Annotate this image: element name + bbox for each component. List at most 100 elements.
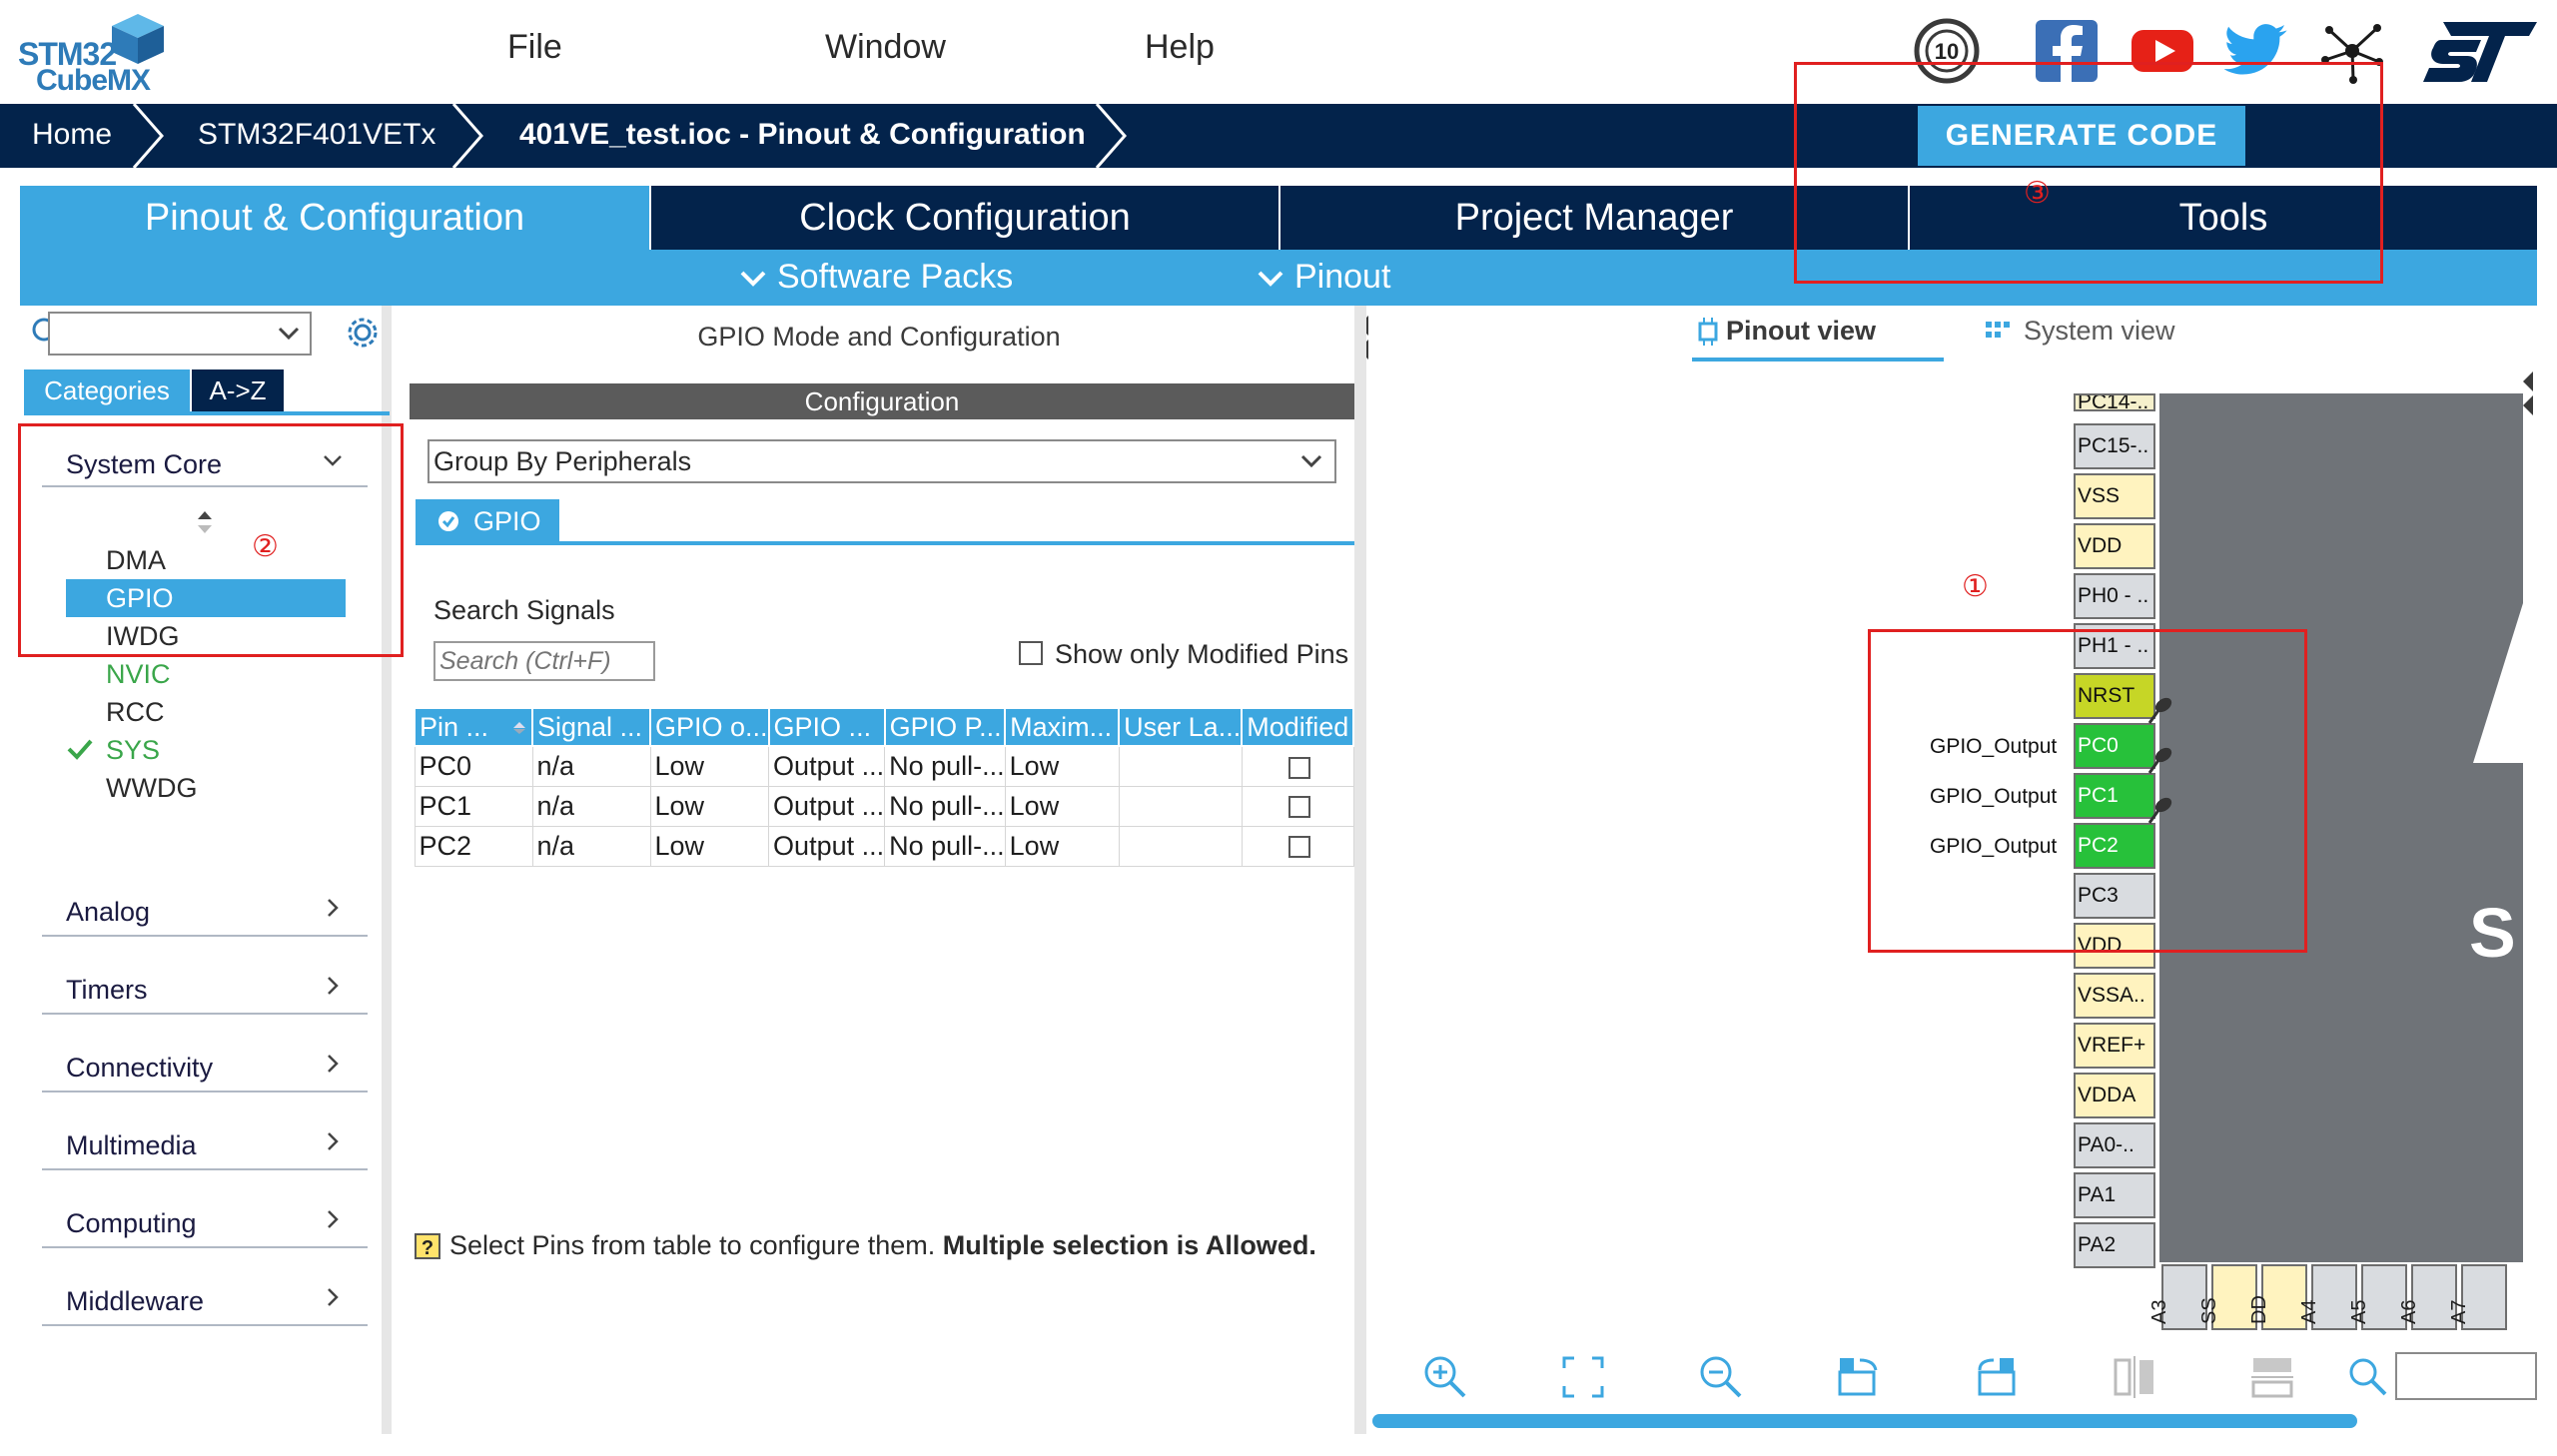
cell-max-speed: Low	[1004, 745, 1120, 787]
pin-vssa[interactable]: VSSA..	[2074, 973, 2155, 1019]
core-item-nvic[interactable]: NVIC	[106, 659, 171, 690]
zoom-out-icon[interactable]	[1694, 1350, 1748, 1404]
panel-divider[interactable]	[1354, 306, 1366, 1434]
chevron-right-icon[interactable]	[322, 1053, 344, 1075]
breadcrumb-separator-icon	[451, 104, 483, 168]
chevron-right-icon[interactable]	[322, 1286, 344, 1308]
chevron-right-icon[interactable]	[322, 975, 344, 997]
hint-text: Select Pins from table to configure them…	[449, 1230, 936, 1260]
fit-screen-icon[interactable]	[1556, 1350, 1610, 1404]
chip-icon	[1698, 318, 1718, 346]
search-icon[interactable]	[2345, 1354, 2391, 1400]
sort-icon	[513, 721, 525, 734]
cell-gpio-mode: Output ...	[768, 825, 886, 867]
chevron-down-icon[interactable]	[276, 324, 302, 344]
zoom-in-icon[interactable]	[1418, 1350, 1472, 1404]
help-icon: ?	[415, 1232, 440, 1259]
bottom-pin-label: A6	[2398, 1299, 2420, 1324]
column-header-gpio-mode[interactable]: GPIO ...	[767, 707, 886, 747]
category-connectivity[interactable]: Connectivity	[66, 1053, 213, 1084]
tab-categories[interactable]: Categories	[24, 369, 190, 411]
pinout-view-tab[interactable]: Pinout view	[1726, 316, 1876, 347]
cell-pin: PC2	[414, 825, 533, 867]
cell-pull: No pull-...	[884, 825, 1006, 867]
pin-vss[interactable]: VSS	[2074, 473, 2155, 519]
selection-hint: ? Select Pins from table to configure the…	[414, 1230, 1316, 1262]
pin-search-input[interactable]	[2395, 1352, 2537, 1400]
chevron-right-icon[interactable]	[322, 1130, 344, 1152]
tab-a-z[interactable]: A->Z	[192, 369, 284, 411]
breadcrumb-project[interactable]: 401VE_test.ioc - Pinout & Configuration	[519, 118, 1086, 152]
pin-ph0[interactable]: PH0 - ..	[2074, 573, 2155, 619]
breadcrumb-home[interactable]: Home	[32, 118, 112, 152]
chevron-right-icon[interactable]	[322, 1208, 344, 1230]
category-timers[interactable]: Timers	[66, 975, 148, 1006]
cell-max-speed: Low	[1004, 825, 1120, 867]
st-logo-icon[interactable]	[2421, 20, 2539, 84]
chip-letter-fragment	[2473, 603, 2523, 763]
flip-horizontal-icon[interactable]	[2108, 1350, 2161, 1404]
menu-file[interactable]: File	[507, 28, 562, 67]
pin-pc15[interactable]: PC15-..	[2074, 423, 2155, 469]
chevron-right-icon[interactable]	[322, 897, 344, 919]
pin-pc14[interactable]: PC14-..	[2074, 393, 2155, 411]
table-header-row: Pin ... Signal ... GPIO o... GPIO ... GP…	[414, 707, 1355, 747]
tab-clock-configuration[interactable]: Clock Configuration	[651, 186, 1280, 250]
gear-icon[interactable]	[344, 314, 382, 352]
modified-checkbox[interactable]	[1288, 836, 1311, 859]
menu-window[interactable]: Window	[825, 28, 946, 67]
breadcrumb-device[interactable]: STM32F401VETx	[198, 118, 435, 152]
bottom-pin-label: DD	[2248, 1295, 2270, 1324]
breadcrumb-separator-icon	[1095, 104, 1127, 168]
category-middleware[interactable]: Middleware	[66, 1286, 204, 1317]
cell-modified	[1241, 785, 1354, 827]
tab-gpio[interactable]: GPIO	[416, 499, 559, 543]
system-view-tab[interactable]: System view	[2024, 316, 2175, 347]
bottom-pin-label: A7	[2448, 1299, 2470, 1324]
modified-checkbox[interactable]	[1288, 756, 1311, 779]
column-header-user-label[interactable]: User La...	[1118, 707, 1244, 747]
modified-checkbox[interactable]	[1288, 796, 1311, 819]
pin-pa2[interactable]: PA2	[2074, 1222, 2155, 1268]
column-header-pin[interactable]: Pin ...	[414, 707, 533, 747]
pin-pa1[interactable]: PA1	[2074, 1172, 2155, 1218]
pinout-label: Pinout	[1294, 258, 1391, 296]
cell-output-level: Low	[649, 785, 770, 827]
table-row[interactable]: PC0 n/a Low Output ... No pull-... Low	[414, 745, 1354, 787]
horizontal-scrollbar[interactable]	[1372, 1414, 2357, 1428]
category-multimedia[interactable]: Multimedia	[66, 1130, 197, 1161]
core-item-rcc[interactable]: RCC	[106, 697, 165, 728]
flip-vertical-icon[interactable]	[2245, 1350, 2299, 1404]
pinout-menu[interactable]: Pinout	[1257, 258, 1390, 297]
rotate-left-icon[interactable]	[1970, 1350, 2024, 1404]
table-row[interactable]: PC2 n/a Low Output ... No pull-... Low	[414, 825, 1354, 867]
pin-vdda[interactable]: VDDA	[2074, 1073, 2155, 1118]
table-row[interactable]: PC1 n/a Low Output ... No pull-... Low	[414, 785, 1354, 827]
pin-vdd[interactable]: VDD	[2074, 523, 2155, 569]
pin-pa0[interactable]: PA0-..	[2074, 1122, 2155, 1168]
collapse-arrow-icon[interactable]	[2521, 365, 2535, 419]
hint-bold-text: Multiple selection is Allowed.	[942, 1230, 1316, 1260]
column-header-max-speed[interactable]: Maxim...	[1004, 707, 1121, 747]
show-modified-checkbox[interactable]	[1019, 641, 1043, 665]
column-header-pull[interactable]: GPIO P...	[883, 707, 1007, 747]
core-item-wwdg[interactable]: WWDG	[106, 773, 197, 804]
core-item-sys[interactable]: SYS	[106, 735, 160, 766]
category-computing[interactable]: Computing	[66, 1208, 197, 1239]
group-by-select[interactable]: Group By Peripherals	[427, 439, 1336, 483]
category-analog[interactable]: Analog	[66, 897, 150, 928]
column-header-signal[interactable]: Signal ...	[531, 707, 651, 747]
category-search-combo[interactable]	[48, 312, 312, 356]
column-header-modified[interactable]: Modified	[1241, 707, 1355, 747]
menu-help[interactable]: Help	[1145, 28, 1215, 67]
column-header-output-level[interactable]: GPIO o...	[649, 707, 770, 747]
tab-pinout-configuration[interactable]: Pinout & Configuration	[20, 186, 651, 250]
divider	[42, 1246, 368, 1248]
bottom-pin[interactable]: A7	[2448, 1264, 2507, 1330]
rotate-right-icon[interactable]	[1832, 1350, 1886, 1404]
pin-vref[interactable]: VREF+	[2074, 1023, 2155, 1069]
divider	[42, 1091, 368, 1092]
search-signals-input[interactable]	[433, 641, 655, 681]
cell-gpio-mode: Output ...	[768, 745, 886, 787]
software-packs-menu[interactable]: Software Packs	[739, 258, 1013, 297]
